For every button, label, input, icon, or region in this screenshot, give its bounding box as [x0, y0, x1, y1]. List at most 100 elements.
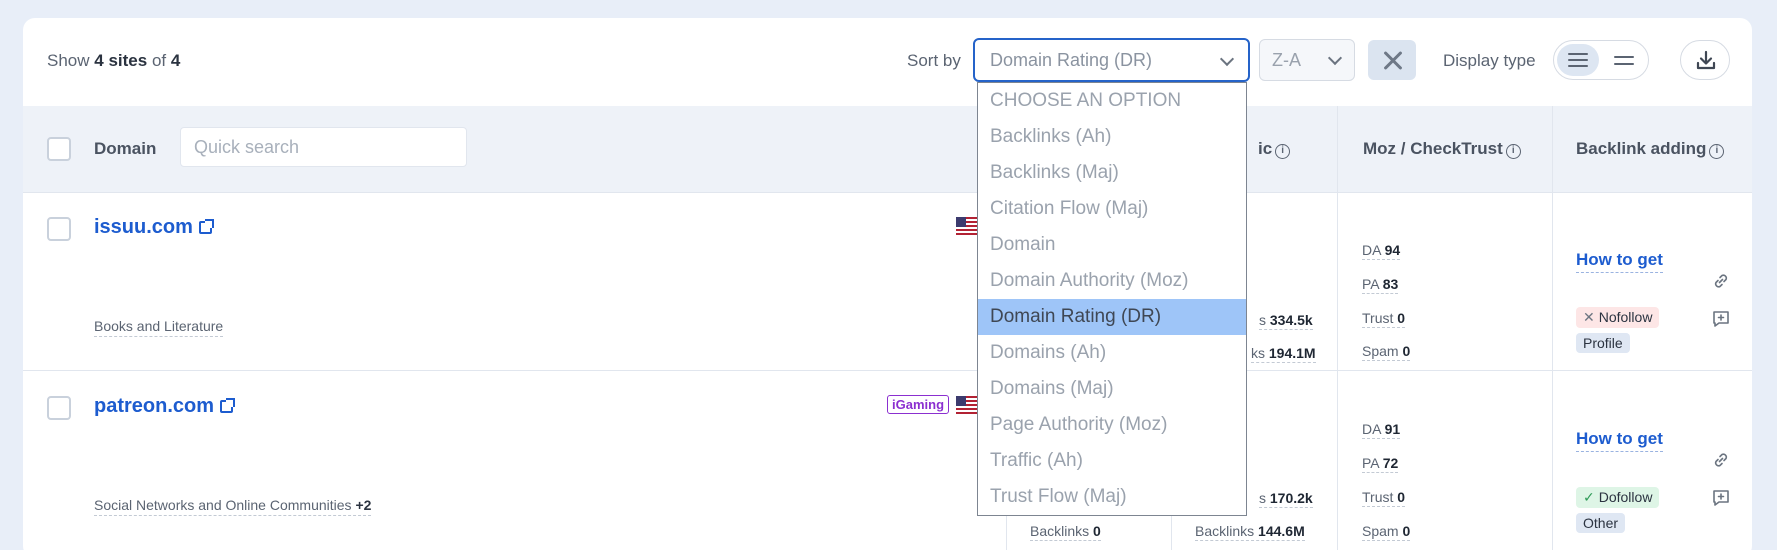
- display-type-toggle: [1553, 40, 1649, 80]
- metric-value: 0: [1093, 523, 1101, 539]
- add-comment-icon[interactable]: [1711, 309, 1731, 329]
- sort-select[interactable]: Domain Rating (DR): [973, 38, 1250, 82]
- metric-value: 0: [1397, 489, 1406, 505]
- sort-option[interactable]: Page Authority (Moz): [978, 407, 1246, 443]
- metric-label: Spam: [1362, 343, 1399, 359]
- sort-by-label: Sort by: [907, 51, 961, 70]
- metric-label: Trust: [1362, 310, 1394, 326]
- link-icon[interactable]: [1711, 450, 1731, 470]
- domain-header: Domain: [94, 139, 157, 158]
- sort-option[interactable]: Backlinks (Maj): [978, 155, 1246, 191]
- domain-link[interactable]: issuu.com: [94, 216, 214, 239]
- metric-value: 72: [1382, 455, 1399, 471]
- category-label: Social Networks and Online Communities +…: [94, 497, 372, 516]
- spam-metric: Spam 0: [1362, 523, 1411, 541]
- metric-label: DA: [1362, 242, 1381, 258]
- metric-label: s: [1259, 312, 1266, 328]
- show-prefix: Show: [47, 51, 90, 70]
- list-icon-bar: [1568, 59, 1588, 61]
- metric-label: Trust: [1362, 489, 1394, 505]
- quick-search-input[interactable]: [180, 127, 467, 167]
- order-select[interactable]: Z-A: [1259, 39, 1355, 81]
- download-button[interactable]: [1680, 40, 1730, 80]
- follow-label: Dofollow: [1598, 489, 1653, 505]
- category-label: Books and Literature: [94, 318, 224, 337]
- external-link-icon: [220, 398, 236, 413]
- us-flag-icon: [956, 217, 978, 235]
- display-expanded-button[interactable]: [1557, 44, 1599, 76]
- follow-label: Nofollow: [1598, 309, 1653, 325]
- table-row: issuu.com Books and Literature s 334.5k …: [23, 193, 1752, 371]
- spam-metric: Spam 0: [1362, 343, 1411, 361]
- display-type-label: Display type: [1443, 51, 1536, 70]
- domain-name: patreon.com: [94, 395, 215, 417]
- nofollow-badge: ✕ Nofollow: [1576, 307, 1660, 328]
- add-comment-icon[interactable]: [1711, 488, 1731, 508]
- traffic-metric: s 334.5k: [1259, 312, 1313, 330]
- metric-value: 194.1M: [1268, 345, 1316, 361]
- moz-header: Moz / CheckTrust i: [1363, 139, 1521, 159]
- metric-value: 170.2k: [1269, 490, 1313, 506]
- how-to-get-link[interactable]: How to get: [1576, 250, 1663, 273]
- table-header: Domain ici Moz / CheckTrusti Backlink ad…: [23, 106, 1752, 193]
- metric-value: 144.6M: [1258, 523, 1305, 539]
- metric-value: 83: [1382, 276, 1399, 292]
- display-compact-button[interactable]: [1603, 44, 1645, 76]
- sites-count-text: Show 4 sites of 4: [47, 51, 180, 71]
- category-text: Social Networks and Online Communities: [94, 497, 352, 513]
- select-all-checkbox[interactable]: [47, 137, 71, 161]
- domain-link[interactable]: patreon.com: [94, 395, 236, 418]
- dofollow-badge: ✓ Dofollow: [1576, 487, 1660, 508]
- chevron-down-icon: [1327, 50, 1343, 66]
- domain-name: issuu.com: [94, 216, 193, 238]
- check-icon: ✓: [1583, 489, 1595, 505]
- sort-option[interactable]: Traffic (Ah): [978, 443, 1246, 479]
- table-row: patreon.com Social Networks and Online C…: [23, 372, 1752, 550]
- moz-header-label: Moz / CheckTrust: [1363, 139, 1503, 158]
- metric-label: Backlinks: [1030, 523, 1090, 539]
- da-metric: DA 94: [1362, 242, 1401, 260]
- sort-option[interactable]: Domain Authority (Moz): [978, 263, 1246, 299]
- how-to-get-link[interactable]: How to get: [1576, 429, 1663, 452]
- backlinks-metric: Backlinks 144.6M: [1195, 523, 1305, 541]
- sort-option-selected[interactable]: Domain Rating (DR): [978, 299, 1246, 335]
- metric-label: ks: [1251, 345, 1265, 361]
- backlink-adding-header-label: Backlink adding: [1576, 139, 1707, 158]
- sort-option[interactable]: CHOOSE AN OPTION: [978, 83, 1246, 119]
- metric-label: PA: [1362, 276, 1379, 292]
- show-mid: of: [151, 51, 167, 70]
- info-icon[interactable]: i: [1709, 144, 1725, 159]
- us-flag-icon: [956, 396, 978, 414]
- metric-value: 91: [1384, 421, 1401, 437]
- sort-option[interactable]: Backlinks (Ah): [978, 119, 1246, 155]
- backlinks-metric: ks 194.1M: [1251, 345, 1316, 363]
- sort-option[interactable]: Trust Flow (Maj): [978, 479, 1246, 515]
- metric-label: PA: [1362, 455, 1379, 471]
- link-type-badge: Other: [1576, 513, 1626, 533]
- info-icon[interactable]: i: [1505, 144, 1521, 159]
- show-count: 4 sites: [94, 51, 148, 70]
- sort-option[interactable]: Citation Flow (Maj): [978, 191, 1246, 227]
- row-checkbox[interactable]: [47, 396, 71, 420]
- sort-option[interactable]: Domains (Ah): [978, 335, 1246, 371]
- traffic-header-label: ic: [1258, 139, 1273, 158]
- category-more[interactable]: +2: [355, 497, 371, 513]
- metric-value: 0: [1402, 523, 1411, 539]
- da-metric: DA 91: [1362, 421, 1401, 439]
- traffic-header: ic i: [1258, 139, 1291, 159]
- metric-label: Backlinks: [1195, 523, 1255, 539]
- metric-value: 0: [1402, 343, 1411, 359]
- info-icon[interactable]: i: [1275, 144, 1291, 159]
- order-select-value: Z-A: [1272, 50, 1301, 70]
- clear-sort-button[interactable]: [1368, 40, 1416, 80]
- row-checkbox[interactable]: [47, 217, 71, 241]
- pa-metric: PA 72: [1362, 455, 1399, 473]
- link-icon[interactable]: [1711, 271, 1731, 291]
- sort-option[interactable]: Domains (Maj): [978, 371, 1246, 407]
- sort-option[interactable]: Domain: [978, 227, 1246, 263]
- backlink-adding-header: Backlink adding i: [1576, 139, 1725, 159]
- metric-value: 0: [1397, 310, 1406, 326]
- close-icon: ✕: [1583, 309, 1595, 325]
- metric-label: s: [1259, 490, 1266, 506]
- metric-label: DA: [1362, 421, 1381, 437]
